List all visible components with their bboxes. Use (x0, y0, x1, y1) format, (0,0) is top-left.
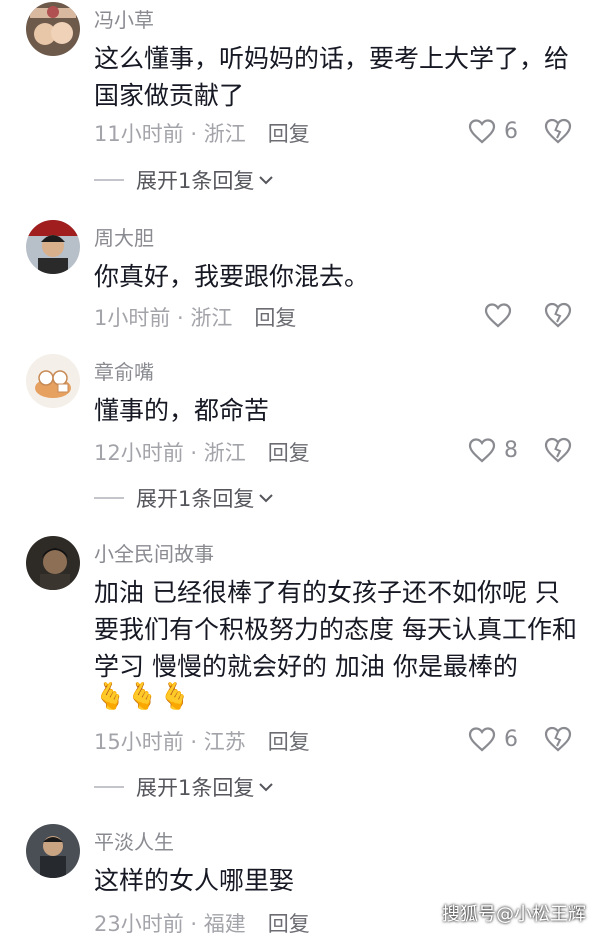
avatar[interactable] (26, 2, 80, 56)
reply-button[interactable]: 回复 (254, 306, 296, 330)
like-button[interactable]: 8 (468, 437, 518, 463)
like-button[interactable] (484, 302, 512, 328)
heart-outline-icon (468, 119, 496, 144)
expand-replies[interactable]: 展开1条回复 (94, 772, 274, 802)
dislike-button[interactable] (544, 436, 572, 468)
comment-meta: 12小时前 · 浙江 回复 (94, 437, 310, 467)
expand-replies-label: 展开1条回复 (136, 776, 255, 800)
avatar[interactable] (26, 354, 80, 408)
comment-time-location: 23小时前 · 福建 (94, 912, 246, 936)
expand-replies[interactable]: 展开1条回复 (94, 483, 274, 513)
avatar[interactable] (26, 220, 80, 274)
comment-text: 这样的女人哪里娶 (94, 866, 295, 895)
divider (94, 786, 124, 788)
broken-heart-icon (544, 437, 572, 463)
comment-meta: 15小时前 · 江苏 回复 (94, 726, 310, 756)
like-count: 6 (504, 118, 518, 144)
emoji-row: 🫰🫰🫰 (94, 682, 192, 712)
username[interactable]: 冯小草 (94, 4, 154, 33)
comment-text: 加油 已经很棒了有的女孩子还不如你呢 只要我们有个积极努力的态度 每天认真工作和… (94, 578, 577, 681)
heart-outline-icon (468, 727, 496, 752)
comment-time-location: 15小时前 · 江苏 (94, 730, 246, 754)
comment-text: 这么懂事，听妈妈的话，要考上大学了，给国家做贡献了 (94, 44, 570, 110)
expand-replies-label: 展开1条回复 (136, 169, 255, 193)
comment-text: 你真好，我要跟你混去。 (94, 262, 370, 291)
comment-time-location: 11小时前 · 浙江 (94, 122, 246, 146)
divider (94, 497, 124, 499)
comment-text: 懂事的，都命苦 (94, 396, 270, 425)
dislike-button[interactable] (544, 301, 572, 333)
heart-outline-icon (468, 438, 496, 463)
like-button[interactable]: 6 (468, 118, 518, 144)
divider (94, 179, 124, 181)
broken-heart-icon (544, 726, 572, 752)
expand-replies-label: 展开1条回复 (136, 487, 255, 511)
username[interactable]: 周大胆 (94, 222, 154, 251)
username[interactable]: 平淡人生 (94, 826, 174, 855)
chevron-down-icon (259, 783, 274, 792)
reply-button[interactable]: 回复 (268, 730, 310, 754)
like-button[interactable]: 6 (468, 726, 518, 752)
comment-meta: 11小时前 · 浙江 回复 (94, 118, 310, 148)
broken-heart-icon (544, 118, 572, 144)
reply-button[interactable]: 回复 (268, 912, 310, 936)
expand-replies[interactable]: 展开1条回复 (94, 165, 274, 195)
username[interactable]: 小全民间故事 (94, 538, 214, 567)
chevron-down-icon (259, 176, 274, 185)
heart-outline-icon (484, 303, 512, 328)
avatar[interactable] (26, 536, 80, 590)
chevron-down-icon (259, 494, 274, 503)
comment-time-location: 12小时前 · 浙江 (94, 441, 246, 465)
watermark: 搜狐号@小松王辉 (442, 904, 586, 925)
avatar[interactable] (26, 824, 80, 878)
reply-button[interactable]: 回复 (268, 441, 310, 465)
comment-time-location: 1小时前 · 浙江 (94, 306, 233, 330)
dislike-button[interactable] (544, 117, 572, 149)
comment-meta: 1小时前 · 浙江 回复 (94, 302, 296, 332)
like-count: 6 (504, 726, 518, 752)
dislike-button[interactable] (544, 725, 572, 757)
comment-meta: 23小时前 · 福建 回复 (94, 908, 310, 938)
username[interactable]: 章俞嘴 (94, 356, 154, 385)
broken-heart-icon (544, 302, 572, 328)
like-count: 8 (504, 437, 518, 463)
reply-button[interactable]: 回复 (268, 122, 310, 146)
